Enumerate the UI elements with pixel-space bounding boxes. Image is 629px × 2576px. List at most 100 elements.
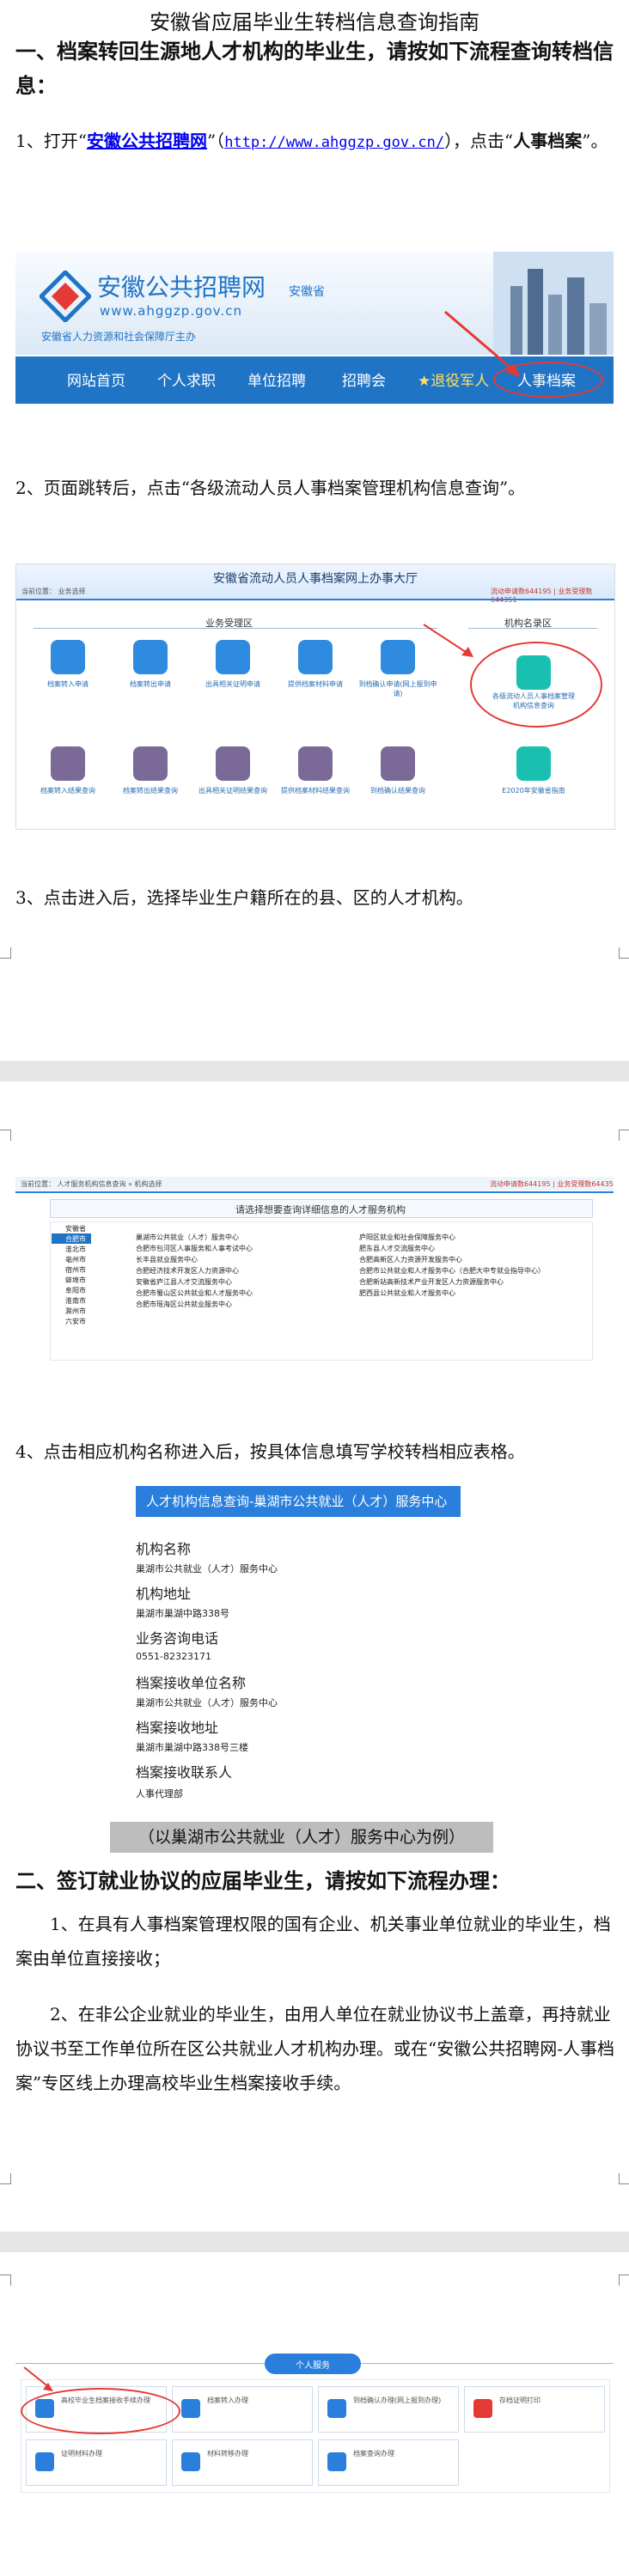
tile-label: 到档确认申请(网上报到申请) (358, 680, 437, 697)
highlight-circle (470, 642, 602, 728)
hall-location: 当前位置： 业务选择 (21, 588, 86, 595)
tile-archive-in-apply[interactable] (51, 640, 85, 674)
agency-detail-header: 人才机构信息查询-巢湖市公共就业（人才）服务中心 (136, 1486, 461, 1517)
agency-link[interactable]: 长丰县就业服务中心 (136, 1255, 198, 1264)
nav-recruitment[interactable]: 单位招聘 (247, 368, 306, 390)
service-archive-query[interactable]: 档案查询办理 (318, 2439, 459, 2486)
agency-link[interactable]: 肥东县人才交流服务中心 (359, 1244, 435, 1253)
red-arrow-icon (23, 2366, 53, 2391)
logo-url: www.ahggzp.gov.cn (100, 303, 243, 319)
site-name-link[interactable]: 安徽公共招聘网 (87, 131, 207, 151)
screenshot-archive-hall: 安徽省流动人员人事档案网上办事大厅 当前位置： 业务选择 流动申请数644195… (15, 563, 615, 830)
agency-link[interactable]: 合肥市蜀山区公共就业和人才服务中心 (136, 1288, 253, 1298)
agency-link[interactable]: 合肥市瑶海区公共就业服务中心 (136, 1300, 232, 1309)
hall-header: 安徽省流动人员人事档案网上办事大厅 当前位置： 业务选择 流动申请数644195… (16, 564, 614, 604)
site-url-link[interactable]: http://www.ahggzp.gov.cn/ (224, 134, 444, 151)
agency-link[interactable]: 安徽省庐江县人才交流服务中心 (136, 1277, 232, 1287)
tile-certificate-query[interactable] (216, 746, 250, 781)
agency-link[interactable]: 庐阳区就业和社会保障服务中心 (359, 1233, 455, 1242)
tile-label: 档案转入申请 (47, 680, 89, 688)
tree-item[interactable]: 淮北市 (65, 1245, 86, 1254)
service-material-transfer[interactable]: 材料转移办理 (172, 2439, 313, 2486)
service-proof-materials[interactable]: 证明材料办理 (26, 2439, 167, 2486)
agency-link[interactable]: 巢湖市公共就业（人才）服务中心 (136, 1233, 239, 1242)
service-label: 存档证明打印 (499, 2396, 540, 2404)
service-icon (327, 2452, 346, 2471)
tile-arrival-query[interactable] (381, 746, 415, 781)
tile-label: 档案转入结果查询 (40, 787, 95, 795)
page-break (0, 1061, 629, 1081)
service-icon (327, 2399, 346, 2418)
nav-job-fair[interactable]: 招聘会 (342, 368, 386, 390)
service-label: 证明材料办理 (61, 2450, 102, 2457)
logo-text: 安徽公共招聘网 (97, 273, 266, 301)
page-corner (619, 1130, 629, 1141)
page-corner (619, 2275, 629, 2286)
field-value: 巢湖市巢湖中路338号 (136, 1608, 229, 1619)
tile-certificate-apply[interactable] (216, 640, 250, 674)
step3-paragraph: 3、点击进入后，选择毕业生户籍所在的县、区的人才机构。 (15, 887, 473, 908)
tree-item[interactable]: 滁州市 (65, 1306, 86, 1316)
tree-item[interactable]: 阜阳市 (65, 1286, 86, 1295)
page-corner (0, 2275, 11, 2286)
step1-bold: 人事档案 (513, 131, 583, 151)
page-title: 安徽省应届毕业生转档信息查询指南 (150, 10, 479, 34)
nav-job-seeking[interactable]: 个人求职 (157, 368, 216, 390)
field-value: 人事代理部 (136, 1788, 183, 1800)
hall-title: 安徽省流动人员人事档案网上办事大厅 (213, 572, 418, 586)
agency-link[interactable]: 合肥新站高新技术产业开发区人力资源服务中心 (359, 1277, 504, 1287)
field-label: 机构地址 (136, 1586, 192, 1602)
logo-icon (40, 271, 91, 322)
tree-item[interactable]: 六安市 (65, 1317, 86, 1326)
tile-materials-query[interactable] (298, 746, 333, 781)
hall-stats: 流动申请数644195 | 业务受理数644351 (491, 588, 593, 604)
tile-label: 到档确认结果查询 (370, 787, 425, 795)
tree-item[interactable]: 安徽省 (65, 1224, 86, 1233)
service-icon (181, 2452, 200, 2471)
nav-home[interactable]: 网站首页 (67, 368, 125, 390)
service-label: 档案查询办理 (353, 2450, 394, 2457)
tile-label: 出具相关证明申请 (205, 680, 260, 688)
page-corner (0, 1130, 11, 1141)
service-label: 材料转移办理 (207, 2450, 248, 2457)
tile-arrival-apply[interactable] (381, 640, 415, 674)
field-value: 0551-82323171 (136, 1651, 211, 1662)
service-arrival[interactable]: 到档确认办理(网上报到办理) (318, 2386, 459, 2433)
screenshot-agency-select: 当前位置： 人才服务机构信息查询 » 机构选择 流动申请数644195 | 业务… (15, 1177, 614, 1417)
service-archive-in[interactable]: 档案转入办理 (172, 2386, 313, 2433)
tree-item-selected[interactable]: 合肥市 (65, 1234, 86, 1244)
section2-paragraph-2: 2、在非公企业就业的毕业生，由用人单位在就业协议书上盖章，再持就业协议书至工作单… (15, 2004, 614, 2093)
agency-link[interactable]: 肥西县公共就业和人才服务中心 (359, 1288, 455, 1298)
tree-item[interactable]: 宿州市 (65, 1265, 86, 1275)
tree-item[interactable]: 亳州市 (65, 1255, 86, 1264)
tile-archive-out-query[interactable] (133, 746, 168, 781)
service-icon (181, 2399, 200, 2418)
agency-link[interactable]: 合肥高新区人力资源开发服务中心 (359, 1255, 462, 1264)
step1-paragraph: 1、打开“安徽公共招聘网”（http://www.ahggzp.gov.cn/）… (15, 124, 617, 160)
agency-link[interactable]: 合肥市包河区人事服务和人事考试中心 (136, 1244, 253, 1253)
tree-item[interactable]: 淮南市 (65, 1296, 86, 1306)
logo-province: 安徽省 (289, 285, 325, 299)
field-label: 档案接收地址 (136, 1720, 219, 1736)
logo-subtitle: 安徽省人力资源和社会保障厅主办 (41, 331, 197, 343)
tile-guide[interactable] (516, 746, 551, 781)
service-label: 到档确认办理(网上报到办理) (353, 2396, 442, 2404)
page-break (0, 2232, 629, 2252)
step1-prefix: 1、打开“ (15, 131, 87, 151)
screenshot-personal-services: 个人服务 高校毕业生档案接收手续办理 档案转入办理 到档确认办理(网上报到办理)… (15, 2319, 614, 2560)
field-label: 档案接收单位名称 (136, 1675, 247, 1691)
service-print-certificate[interactable]: 存档证明打印 (464, 2386, 605, 2433)
tree-item[interactable]: 蚌埠市 (65, 1276, 86, 1285)
screenshot-agency-detail: 人才机构信息查询-巢湖市公共就业（人才）服务中心 机构名称 巢湖市公共就业（人才… (129, 1486, 464, 1812)
agency-link[interactable]: 合肥经济技术开发区人力资源中心 (136, 1266, 239, 1276)
section2-paragraph-1: 1、在具有人事档案管理权限的国有企业、机关事业单位就业的毕业生，档案由单位直接接… (15, 1914, 611, 1969)
field-label: 业务咨询电话 (136, 1630, 219, 1647)
field-label: 机构名称 (136, 1541, 192, 1557)
tile-archive-in-query[interactable] (51, 746, 85, 781)
hall-divider (16, 599, 614, 600)
tile-label: 提供档案材料结果查询 (281, 787, 350, 795)
agency-link[interactable]: 合肥市公共就业和人才服务中心（合肥大中专就业指导中心） (359, 1266, 545, 1276)
tile-archive-out-apply[interactable] (133, 640, 168, 674)
screenshot-portal-home: 安徽公共招聘网 安徽省 www.ahggzp.gov.cn 安徽省人力资源和社会… (15, 252, 614, 417)
tile-materials-apply[interactable] (298, 640, 333, 674)
